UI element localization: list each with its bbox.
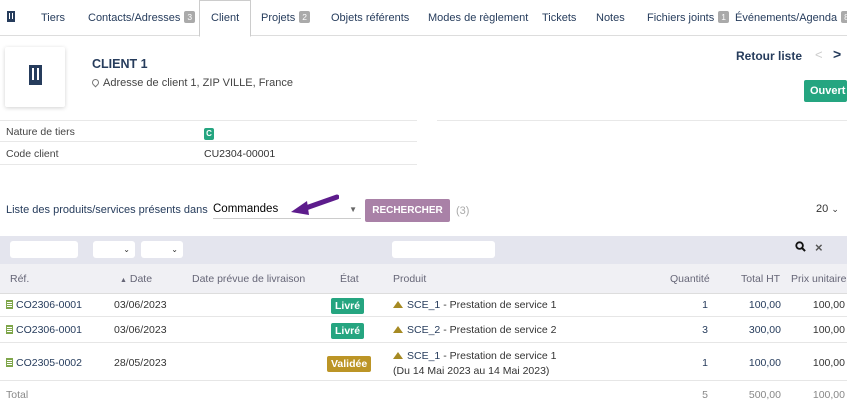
divider	[437, 120, 847, 121]
page-title: CLIENT 1	[92, 57, 148, 71]
field-value: CU2304-00001	[204, 148, 276, 160]
pointer-arrow-icon	[291, 194, 339, 215]
total-row: Total 5 500,00 100,00	[0, 381, 847, 404]
field-row: Code client CU2304-00001	[0, 143, 417, 165]
date-cell: 03/06/2023	[114, 299, 167, 311]
status-badge: Livré	[331, 298, 365, 314]
search-icon[interactable]	[795, 241, 806, 252]
unit-price-cell: 100,00	[812, 299, 845, 311]
status-badge: Validée	[327, 356, 372, 372]
table-row: CO2305-0002 28/05/2023 Validée SCE_1 - P…	[0, 343, 847, 381]
column-header-unit-price[interactable]: Prix unitaire	[791, 273, 846, 285]
total-cell: 300,00	[748, 324, 781, 336]
next-record-button[interactable]: >	[833, 46, 841, 62]
page-size-select[interactable]: 20 ⌄	[816, 203, 839, 215]
table-row: CO2306-0001 03/06/2023 Livré SCE_1 - Pre…	[0, 294, 847, 317]
month-filter-select[interactable]: ⌄	[93, 241, 135, 258]
tab-tickets[interactable]: Tickets	[542, 0, 576, 36]
year-filter-select[interactable]: ⌄	[141, 241, 183, 258]
list-label: Liste des produits/services présents dan…	[6, 204, 208, 216]
product-extra: (Du 14 Mai 2023 au 14 Mai 2023)	[393, 365, 550, 377]
order-icon	[6, 358, 13, 367]
search-button[interactable]: RECHERCHER	[365, 199, 450, 222]
column-header-product[interactable]: Produit	[393, 273, 426, 285]
table-row: CO2306-0001 03/06/2023 Livré SCE_2 - Pre…	[0, 317, 847, 343]
previous-record-button[interactable]: <	[815, 47, 823, 62]
total-unit-price: 100,00	[812, 389, 845, 401]
unit-price-cell: 100,00	[812, 324, 845, 336]
column-header-delivery-date[interactable]: Date prévue de livraison	[192, 273, 305, 285]
table-header: Réf. ▲ Date Date prévue de livraison Éta…	[0, 264, 847, 294]
tab-tiers[interactable]: Tiers	[41, 0, 65, 36]
date-cell: 28/05/2023	[114, 357, 167, 369]
tab-fichiers-joints[interactable]: Fichiers joints 1	[647, 0, 729, 36]
tab-count-badge: 86	[841, 11, 847, 23]
quantity-cell: 1	[702, 299, 708, 311]
quantity-cell: 3	[702, 324, 708, 336]
tab-tiers-icon[interactable]	[7, 0, 15, 36]
field-label: Nature de tiers	[6, 126, 75, 138]
total-cell: 100,00	[748, 299, 781, 311]
filter-bar: ⌄ ⌄ ×	[0, 236, 847, 264]
unit-price-cell: 100,00	[812, 357, 845, 369]
tab-objets-referents[interactable]: Objets référents	[331, 0, 409, 36]
product-cell: SCE_1 - Prestation de service 1	[393, 299, 556, 311]
product-link[interactable]: SCE_1	[407, 350, 440, 362]
tab-count-badge: 1	[718, 11, 729, 23]
field-row: Nature de tiers C	[0, 120, 417, 142]
order-icon	[6, 325, 13, 334]
column-header-total-ht[interactable]: Total HT	[741, 273, 780, 285]
result-count: (3)	[456, 205, 470, 217]
tab-notes[interactable]: Notes	[596, 0, 625, 36]
service-icon	[393, 352, 403, 359]
chevron-down-icon: ⌄	[831, 204, 839, 214]
product-cell: SCE_1 - Prestation de service 1	[393, 350, 556, 362]
sort-asc-icon: ▲	[120, 277, 127, 284]
total-amount: 500,00	[748, 389, 781, 401]
order-ref-link[interactable]: CO2306-0001	[6, 299, 82, 311]
customer-type-badge: C	[204, 128, 214, 140]
product-link[interactable]: SCE_2	[407, 324, 440, 336]
total-label: Total	[6, 389, 29, 401]
total-cell: 100,00	[748, 357, 781, 369]
order-ref-link[interactable]: CO2306-0001	[6, 324, 82, 336]
tab-bar: Tiers Contacts/Adresses 3 Client Projets 2…	[0, 0, 847, 37]
service-icon	[393, 301, 403, 308]
product-filter-input[interactable]	[392, 241, 495, 258]
order-icon	[6, 300, 13, 309]
product-cell: SCE_2 - Prestation de service 2	[393, 324, 556, 336]
order-ref-link[interactable]: CO2305-0002	[6, 357, 82, 369]
ref-filter-input[interactable]	[10, 241, 78, 258]
building-icon	[29, 65, 42, 85]
back-to-list-link[interactable]: Retour liste	[736, 49, 802, 63]
building-icon	[7, 11, 15, 22]
tab-projets[interactable]: Projets 2	[261, 0, 310, 36]
tab-count-badge: 3	[184, 11, 196, 23]
address: Adresse de client 1, ZIP VILLE, France	[90, 77, 293, 89]
tab-client[interactable]: Client	[199, 0, 252, 37]
column-header-ref[interactable]: Réf.	[10, 273, 29, 285]
status-badge: Ouvert	[804, 80, 847, 102]
chevron-down-icon: ▼	[349, 205, 357, 214]
map-marker-icon	[90, 77, 101, 88]
tab-count-badge: 2	[299, 11, 310, 23]
date-cell: 03/06/2023	[114, 324, 167, 336]
total-quantity: 5	[702, 389, 708, 401]
service-icon	[393, 326, 403, 333]
tab-modes-reglement[interactable]: Modes de règlement	[428, 0, 528, 36]
tab-evenements-agenda[interactable]: Événements/Agenda86	[735, 0, 847, 36]
column-header-date[interactable]: ▲ Date	[120, 273, 152, 285]
field-label: Code client	[6, 148, 59, 160]
column-header-status[interactable]: État	[340, 273, 359, 285]
status-badge: Livré	[331, 323, 365, 339]
thirdparty-logo	[5, 47, 65, 107]
clear-filter-icon[interactable]: ×	[815, 240, 823, 255]
quantity-cell: 1	[702, 357, 708, 369]
product-link[interactable]: SCE_1	[407, 299, 440, 311]
column-header-quantity[interactable]: Quantité	[670, 273, 710, 285]
tab-contacts[interactable]: Contacts/Adresses 3	[88, 0, 196, 36]
